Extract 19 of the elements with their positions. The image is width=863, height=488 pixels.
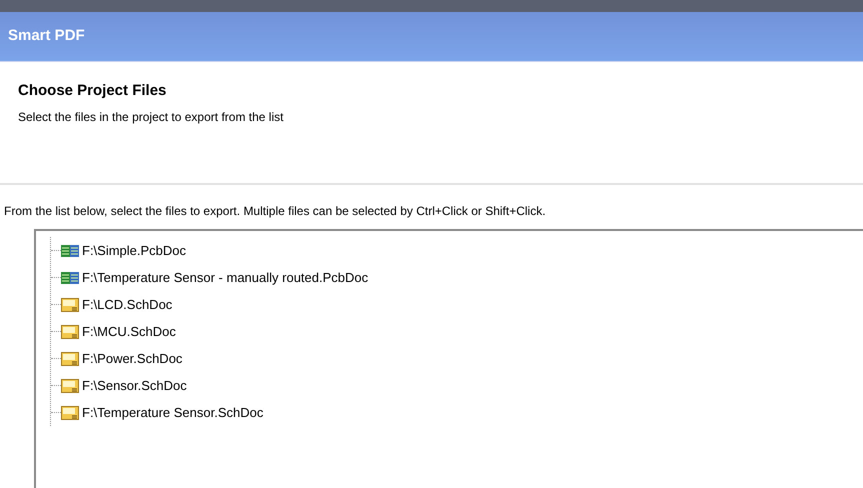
page-subtitle: Select the files in the project to export from the list: [18, 108, 284, 126]
file-list[interactable]: F:\Simple.PcbDoc F:\Temperature Sensor - manually routed.PcbDoc F:\LCD.SchDoc F:\MCU.SchDoc F:\Power.SchDoc F:\Sensor.SchDoc F:\Temperature Sensor.SchDoc: [34, 229, 863, 488]
file-item[interactable]: F:\Power.SchDoc: [61, 348, 182, 368]
schematic-sheet-icon: [61, 298, 79, 312]
circuit-board-icon: [61, 244, 79, 258]
schematic-sheet-icon: [61, 324, 79, 338]
circuit-board-icon: [61, 270, 79, 284]
schematic-sheet-icon: [61, 352, 79, 366]
schematic-sheet-icon: [61, 378, 79, 392]
file-item[interactable]: F:\Temperature Sensor - manually routed.PcbDoc: [61, 268, 368, 288]
instruction-text: From the list below, select the files to export. Multiple files can be selected by Ctrl+Click or Shift+Click.: [4, 204, 546, 218]
file-item[interactable]: F:\MCU.SchDoc: [61, 322, 176, 342]
file-item[interactable]: F:\Simple.PcbDoc: [61, 240, 186, 260]
file-item[interactable]: F:\Sensor.SchDoc: [61, 376, 187, 396]
page-title: Choose Project Files: [18, 81, 168, 101]
window-title: Smart PDF: [8, 26, 85, 46]
schematic-sheet-icon: [61, 406, 79, 420]
file-item[interactable]: F:\Temperature Sensor.SchDoc: [61, 402, 264, 422]
file-item[interactable]: F:\LCD.SchDoc: [61, 294, 172, 314]
